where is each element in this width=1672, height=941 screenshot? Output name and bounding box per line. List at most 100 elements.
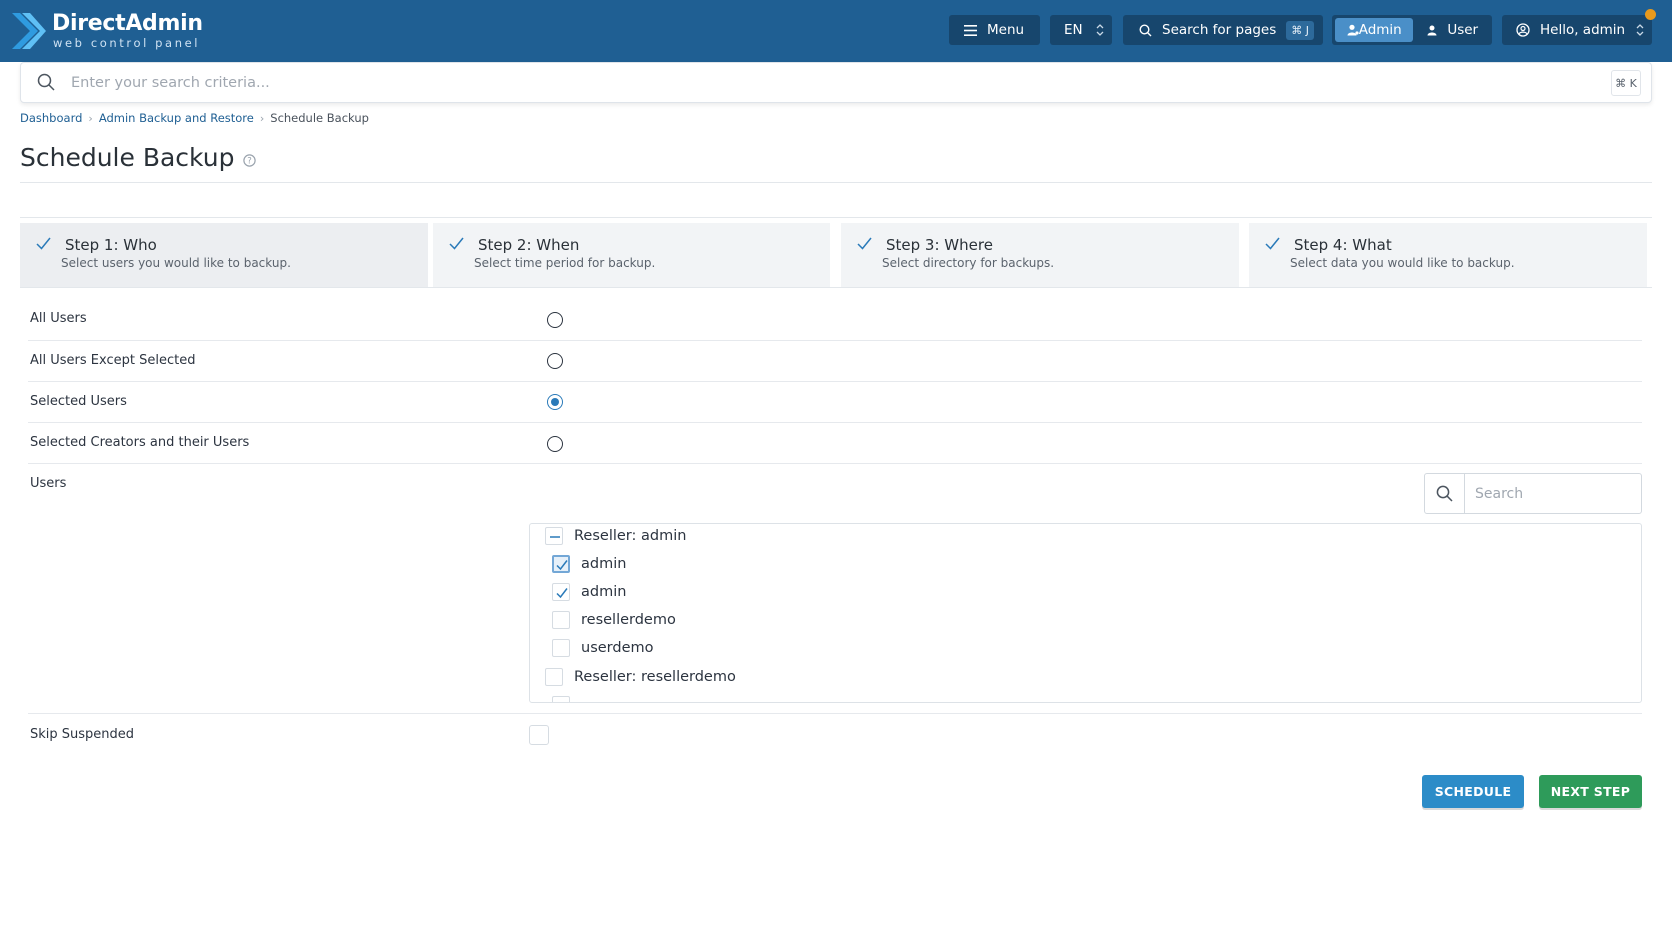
breadcrumb-current: Schedule Backup (270, 111, 369, 125)
check-icon (1265, 237, 1280, 250)
tree-node-label: resellerdemo (581, 612, 676, 628)
title-divider (20, 182, 1652, 183)
updown-chevron-icon (1636, 24, 1644, 36)
account-menu[interactable]: Hello, admin (1502, 15, 1652, 45)
global-search: ⌘ K (20, 62, 1652, 103)
skip-divider (28, 713, 1642, 714)
role-switcher: Admin User (1332, 15, 1492, 45)
radio-selected-creators[interactable] (547, 436, 563, 452)
menu-button[interactable]: Menu (949, 15, 1040, 45)
step-description: Select data you would like to backup. (1290, 256, 1515, 270)
logo-subtitle: web control panel (53, 36, 201, 50)
schedule-button[interactable]: SCHEDULE (1422, 775, 1524, 808)
tree-checkbox-indeterminate[interactable] (545, 527, 563, 545)
search-pages-shortcut: ⌘ J (1286, 20, 1315, 40)
help-icon[interactable]: ? (243, 154, 256, 167)
account-circle-icon (1516, 23, 1530, 37)
tree-node-label: admin (581, 584, 627, 600)
tree-node-admin[interactable]: admin (552, 583, 626, 601)
notification-dot (1645, 9, 1656, 20)
step-where[interactable]: Step 3: Where Select directory for backu… (841, 223, 1239, 287)
skip-suspended-checkbox[interactable] (529, 725, 549, 745)
step-description: Select directory for backups. (882, 256, 1055, 270)
search-icon (1436, 485, 1453, 502)
search-icon (37, 73, 55, 91)
minus-icon (550, 536, 560, 538)
skip-suspended-label: Skip Suspended (30, 727, 135, 742)
breadcrumb-separator-icon: › (259, 111, 265, 125)
step-title: Step 2: When (478, 236, 580, 254)
search-icon (1139, 23, 1152, 36)
next-step-button[interactable]: NEXT STEP (1539, 775, 1642, 808)
step-description: Select time period for backup. (474, 256, 656, 270)
user-search-input[interactable] (1475, 482, 1635, 506)
role-admin-button[interactable]: Admin (1335, 18, 1414, 42)
check-icon (36, 237, 51, 250)
check-icon (449, 237, 464, 250)
top-bar: DirectAdmin web control panel Menu EN Se… (0, 0, 1672, 62)
hamburger-icon (964, 24, 977, 36)
search-pages-button[interactable]: Search for pages ⌘ J (1123, 15, 1323, 45)
step-who[interactable]: Step 1: Who Select users you would like … (20, 223, 428, 288)
option-label: Selected Users (30, 394, 127, 409)
option-row-all-except-selected[interactable]: All Users Except Selected (28, 341, 1642, 382)
option-row-selected-creators[interactable]: Selected Creators and their Users (28, 423, 1642, 464)
step-when[interactable]: Step 2: When Select time period for back… (433, 223, 830, 287)
logo-title: DirectAdmin (52, 11, 203, 36)
tree-node-userdemo[interactable]: userdemo (552, 639, 654, 657)
users-label: Users (30, 476, 67, 491)
step-title: Step 4: What (1294, 236, 1392, 254)
greeting-label: Hello, admin (1540, 22, 1626, 38)
tree-checkbox-unchecked (552, 696, 570, 702)
option-label: All Users Except Selected (30, 353, 196, 368)
global-search-input[interactable] (71, 71, 1571, 95)
tree-node-label: Reseller: resellerdemo (574, 669, 736, 685)
tree-node-resellerdemo[interactable]: resellerdemo (552, 611, 676, 629)
option-label: All Users (30, 311, 87, 326)
tree-node-label: Reseller: admin (574, 528, 687, 544)
check-icon (857, 237, 872, 250)
tree-node-label: userdemo (581, 640, 654, 656)
tree-node-reseller-resellerdemo[interactable]: Reseller: resellerdemo (545, 668, 736, 686)
updown-chevron-icon (1096, 24, 1104, 36)
tree-node-reseller-admin[interactable]: Reseller: admin (545, 527, 686, 545)
breadcrumb: Dashboard › Admin Backup and Restore › S… (20, 110, 369, 126)
steps-divider (20, 217, 1652, 218)
breadcrumb-separator-icon: › (88, 111, 93, 125)
users-tree: Reseller: admin admin admin resellerdemo… (529, 523, 1642, 703)
breadcrumb-dashboard[interactable]: Dashboard (20, 111, 82, 125)
tree-node-admin[interactable]: admin (552, 555, 626, 573)
tree-node-partial (552, 696, 570, 702)
tree-checkbox-checked[interactable] (552, 555, 570, 573)
tree-node-label: admin (581, 556, 627, 572)
step-title: Step 1: Who (65, 236, 157, 254)
user-search-button[interactable] (1425, 474, 1465, 513)
option-row-all-users[interactable]: All Users (28, 298, 1642, 341)
option-row-selected-users[interactable]: Selected Users (28, 382, 1642, 423)
language-label: EN (1064, 22, 1083, 38)
role-user-button[interactable]: User (1416, 18, 1489, 42)
directadmin-logo-icon (12, 13, 46, 49)
step-title: Step 3: Where (886, 236, 993, 254)
tree-checkbox-unchecked[interactable] (552, 639, 570, 657)
step-what[interactable]: Step 4: What Select data you would like … (1249, 223, 1647, 287)
tree-checkbox-unchecked[interactable] (552, 611, 570, 629)
admin-user-icon (1347, 24, 1359, 36)
radio-all-users[interactable] (547, 312, 563, 328)
page-title: Schedule Backup (20, 143, 235, 172)
breadcrumb-admin-backup-restore[interactable]: Admin Backup and Restore (99, 111, 254, 125)
steps-bottom-divider (20, 287, 1652, 288)
tree-checkbox-unchecked[interactable] (545, 668, 563, 686)
step-description: Select users you would like to backup. (61, 256, 291, 270)
role-user-label: User (1447, 22, 1479, 38)
radio-all-except-selected[interactable] (547, 353, 563, 369)
search-pages-label: Search for pages (1162, 22, 1277, 38)
radio-selected-users[interactable] (547, 394, 563, 410)
tree-checkbox-checked[interactable] (552, 583, 570, 601)
user-search (1424, 473, 1642, 514)
option-label: Selected Creators and their Users (30, 435, 250, 450)
logo[interactable]: DirectAdmin web control panel (10, 9, 203, 53)
language-select[interactable]: EN (1050, 15, 1112, 45)
menu-label: Menu (987, 22, 1025, 38)
global-search-shortcut: ⌘ K (1611, 70, 1641, 96)
